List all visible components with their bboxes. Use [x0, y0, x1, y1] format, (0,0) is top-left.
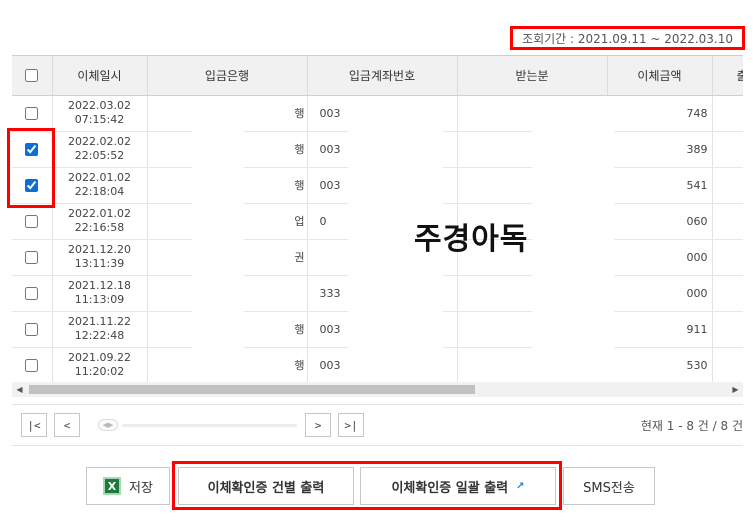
transfer-datetime: 2022.02.02 22:05:52	[52, 131, 148, 168]
first-page-button[interactable]: |<	[21, 413, 47, 437]
row-checkbox[interactable]	[25, 214, 39, 228]
transfer-time: 07:15:42	[74, 113, 125, 126]
transfer-amount: 060	[607, 203, 713, 240]
row-extra-cell	[712, 203, 743, 240]
redaction-mask	[192, 96, 244, 400]
column-header[interactable]: 이체일시	[52, 56, 148, 96]
row-select-cell	[12, 203, 53, 240]
transfer-date: 2022.01.02	[68, 171, 131, 184]
transfer-date: 2022.02.02	[68, 135, 131, 148]
transfer-datetime: 2022.03.02 07:15:42	[52, 95, 148, 132]
transfer-datetime: 2021.11.22 12:22:48	[52, 311, 148, 348]
row-checkbox[interactable]	[25, 250, 39, 264]
row-select-cell	[12, 311, 53, 348]
transfer-amount: 541	[607, 167, 713, 204]
row-extra-cell	[712, 347, 743, 384]
transfer-time: 22:18:04	[74, 185, 125, 198]
transfer-date: 2021.09.22	[68, 351, 131, 364]
row-checkbox[interactable]	[25, 322, 39, 336]
slider-knob-icon[interactable]: ◀▶	[98, 419, 118, 431]
sms-label: SMS전송	[583, 480, 635, 496]
select-all-checkbox[interactable]	[25, 69, 39, 83]
transfer-datetime: 2022.01.02 22:18:04	[52, 167, 148, 204]
transfer-datetime: 2021.12.18 11:13:09	[52, 275, 148, 312]
row-extra-cell	[712, 167, 743, 204]
transfer-time: 12:22:48	[74, 329, 125, 342]
row-extra-cell	[712, 311, 743, 348]
scrollbar-thumb[interactable]	[29, 385, 475, 394]
column-header[interactable]: 출	[712, 56, 743, 96]
highlight-box	[7, 128, 55, 208]
sms-button[interactable]: SMS전송	[563, 467, 655, 505]
transfer-time: 22:16:58	[74, 221, 125, 234]
transfer-time: 11:13:09	[74, 293, 125, 306]
scroll-right-icon[interactable]: ▶	[728, 382, 743, 397]
page-info: 현재 1 - 8 건 / 8 건	[640, 419, 743, 433]
highlight-box	[172, 461, 562, 510]
slider-track	[122, 424, 297, 427]
select-all-cell	[12, 56, 53, 96]
horizontal-scrollbar[interactable]: ◀ ▶	[12, 382, 743, 397]
period-label: 조회기간 : 2021.09.11 ~ 2022.03.10	[510, 26, 745, 50]
pagination-bar: |< < ◀▶ > >| 현재 1 - 8 건 / 8 건	[12, 404, 743, 446]
column-header[interactable]: 이체금액	[607, 56, 713, 96]
scroll-left-icon[interactable]: ◀	[12, 382, 27, 397]
transfer-time: 22:05:52	[74, 149, 125, 162]
save-label: 저장	[129, 480, 153, 496]
transfer-date: 2021.12.20	[68, 243, 131, 256]
column-header[interactable]: 입금계좌번호	[307, 56, 458, 96]
row-select-cell	[12, 95, 53, 132]
transfer-amount: 911	[607, 311, 713, 348]
transfer-datetime: 2022.01.02 22:16:58	[52, 203, 148, 240]
row-checkbox[interactable]	[25, 358, 39, 372]
row-select-cell	[12, 275, 53, 312]
excel-icon: X	[103, 477, 122, 495]
transfer-grid: 이체일시 입금은행 입금계좌번호 받는분 이체금액 출 2022.03.0207…	[12, 55, 743, 400]
transfer-amount: 530	[607, 347, 713, 384]
column-header[interactable]: 받는분	[457, 56, 608, 96]
save-button[interactable]: X 저장	[86, 467, 170, 505]
row-checkbox[interactable]	[25, 286, 39, 300]
row-checkbox[interactable]	[25, 106, 39, 120]
transfer-time: 11:20:02	[74, 365, 125, 378]
transfer-datetime: 2021.12.20 13:11:39	[52, 239, 148, 276]
transfer-amount: 389	[607, 131, 713, 168]
last-page-button[interactable]: >|	[338, 413, 364, 437]
table-header-row: 이체일시 입금은행 입금계좌번호 받는분 이체금액 출	[12, 56, 743, 96]
transfer-date: 2022.03.02	[68, 99, 131, 112]
watermark-text: 주경아독	[414, 222, 529, 257]
row-extra-cell	[712, 95, 743, 132]
transfer-amount: 748	[607, 95, 713, 132]
redaction-mask	[532, 96, 614, 400]
row-extra-cell	[712, 275, 743, 312]
row-extra-cell	[712, 239, 743, 276]
page-slider[interactable]: ◀▶	[98, 419, 298, 431]
transfer-amount: 000	[607, 275, 713, 312]
row-select-cell	[12, 347, 53, 384]
transfer-datetime: 2021.09.22 11:20:02	[52, 347, 148, 384]
next-page-button[interactable]: >	[305, 413, 331, 437]
prev-page-button[interactable]: <	[54, 413, 80, 437]
transfer-amount: 000	[607, 239, 713, 276]
transfer-date: 2021.11.22	[68, 315, 131, 328]
column-header[interactable]: 입금은행	[147, 56, 308, 96]
row-extra-cell	[712, 131, 743, 168]
transfer-date: 2022.01.02	[68, 207, 131, 220]
transfer-time: 13:11:39	[74, 257, 125, 270]
transfer-date: 2021.12.18	[68, 279, 131, 292]
row-select-cell	[12, 239, 53, 276]
